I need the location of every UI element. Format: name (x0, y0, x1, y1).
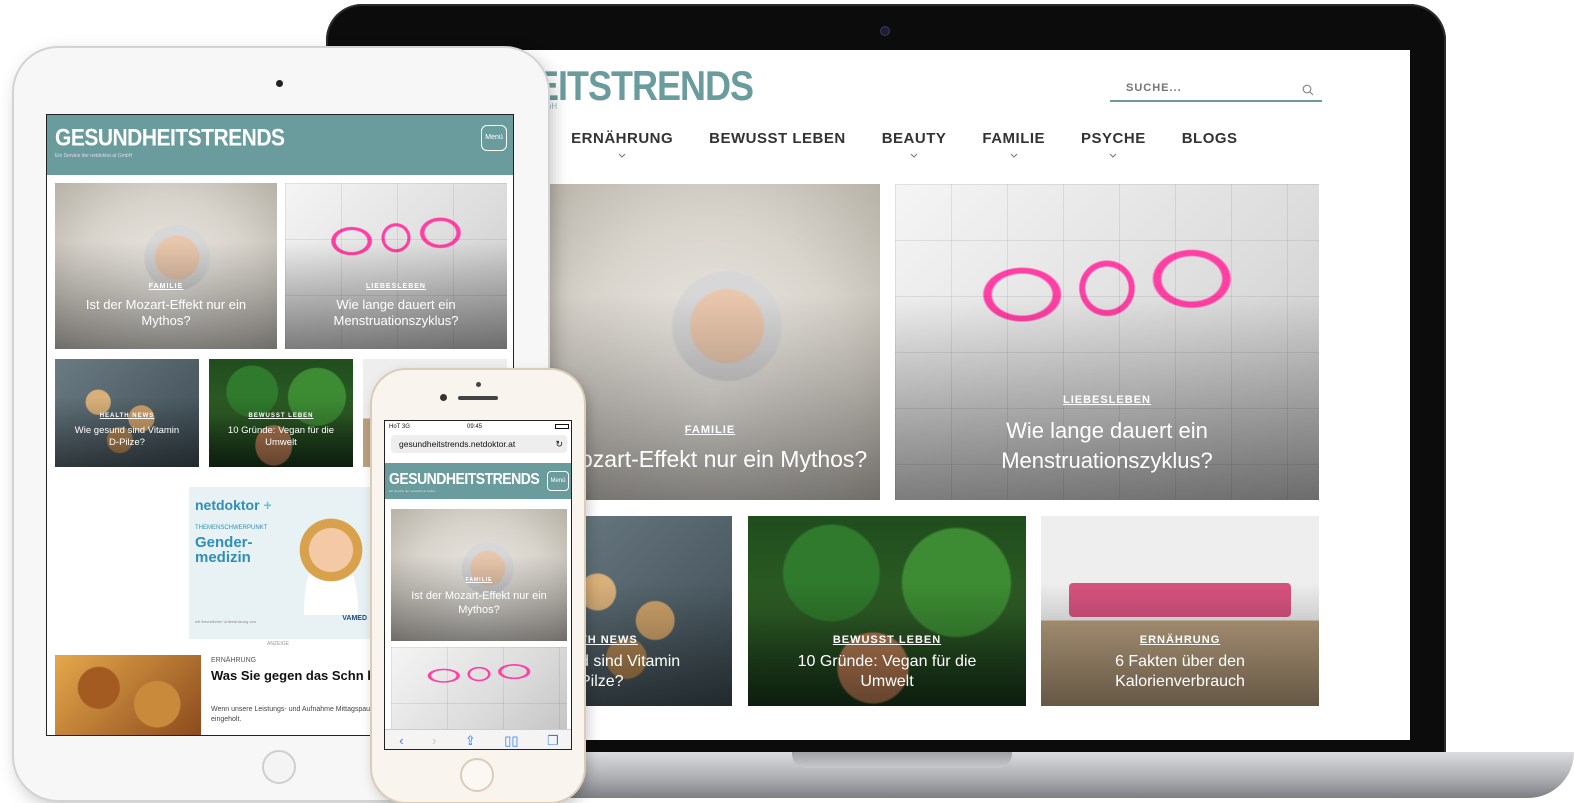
status-bar: HoT 3G 09:45 (385, 421, 571, 433)
phone-sensor (476, 382, 481, 387)
menu-button[interactable]: Menü (481, 125, 507, 151)
advertisement-banner[interactable]: netdoktor + THEMENSCHWERPUNKT Gender-med… (189, 487, 375, 639)
article-title[interactable]: Wie lange dauert ein Menstruationszyklus… (285, 297, 507, 329)
article-title[interactable]: 6 Fakten über den Kalorienverbrauch (1041, 652, 1319, 692)
article-image (55, 655, 201, 735)
ad-topic: THEMENSCHWERPUNKT (195, 525, 268, 531)
article-category[interactable]: FAMILIE (391, 577, 567, 583)
tablet-home-button[interactable] (262, 750, 296, 784)
featured-article-card[interactable]: FAMILIE Ist der Mozart-Effekt nur ein My… (55, 183, 277, 349)
search-icon[interactable] (1302, 84, 1314, 96)
article-category[interactable]: ERNÄHRUNG (1041, 634, 1319, 646)
laptop-camera (880, 26, 890, 36)
main-nav: WS ERNÄHRUNG BEWUSST LEBEN BEAUTY FAMILI… (510, 128, 1256, 162)
article-title[interactable]: ozart-Effekt nur ein Mythos? (540, 446, 880, 473)
article-category[interactable]: LIEBESLEBEN (285, 283, 507, 290)
site-logo[interactable]: GESUNDHEITSTRENDS (55, 125, 285, 153)
nav-item-familie[interactable]: FAMILIE (964, 128, 1063, 162)
nav-item-psyche[interactable]: PSYCHE (1063, 128, 1164, 162)
article-title[interactable]: Wie lange dauert ein Menstruationszyklus… (895, 416, 1319, 476)
site-header: GESUNDHEITSTRENDS Ein Service der netdok… (385, 463, 571, 499)
chevron-down-icon (1110, 153, 1117, 158)
article-category[interactable]: FAMILIE (55, 283, 277, 290)
ad-label: ANZEIGE (267, 641, 289, 647)
plus-icon: + (259, 497, 272, 513)
nav-label: BEAUTY (881, 130, 947, 147)
chevron-down-icon (910, 153, 918, 158)
nav-label: BLOGS (1181, 130, 1238, 147)
menu-button[interactable]: Menü (547, 471, 569, 491)
article-category[interactable]: LIEBESLEBEN (895, 394, 1319, 406)
article-category[interactable]: HEALTH NEWS (55, 413, 199, 419)
site-tagline: Ein Service der netdoktor.at GmbH (55, 153, 133, 159)
device-mockup-scene: HEITSTRENDS ktor.at GmbH WS ERNÄHRUNG BE… (0, 0, 1574, 803)
article-title[interactable]: Ist der Mozart-Effekt nur ein Mythos? (391, 589, 567, 617)
phone-speaker (458, 396, 498, 400)
nav-label: PSYCHE (1081, 130, 1146, 147)
tabs-icon[interactable]: ❐ (547, 733, 559, 749)
nav-item-bewusst-leben[interactable]: BEWUSST LEBEN (691, 128, 864, 162)
clock: 09:45 (467, 424, 483, 430)
article-category[interactable]: BEWUSST LEBEN (209, 413, 353, 419)
browser-toolbar: ‹ › ⇪ ▯▯ ❐ (385, 729, 571, 749)
article-title[interactable]: Ist der Mozart-Effekt nur ein Mythos? (55, 297, 277, 329)
nav-item-blogs[interactable]: BLOGS (1164, 128, 1256, 162)
ad-sponsor-logo: VAMED (342, 615, 367, 622)
back-icon[interactable]: ‹ (399, 733, 403, 748)
ad-image (289, 515, 373, 615)
laptop-notch (792, 752, 1012, 768)
article-card[interactable]: BEWUSST LEBEN 10 Gründe: Vegan für die U… (748, 516, 1026, 706)
site-header: GESUNDHEITSTRENDS Ein Service der netdok… (47, 115, 513, 175)
featured-article-card[interactable] (391, 647, 567, 729)
chevron-down-icon (618, 153, 626, 158)
url-text: gesundheitstrends.netdoktor.at (399, 439, 516, 449)
forward-icon[interactable]: › (432, 733, 436, 748)
article-card[interactable]: BEWUSST LEBEN 10 Gründe: Vegan für die U… (209, 359, 353, 467)
article-thumbnail[interactable] (55, 655, 201, 735)
ad-headline: Gender-medizin (195, 534, 253, 566)
featured-article-card[interactable]: LIEBESLEBEN Wie lange dauert ein Menstru… (895, 184, 1319, 500)
phone-camera (440, 394, 447, 401)
search-input[interactable] (1110, 78, 1280, 94)
site-tagline: Ein Service der netdoktor.at GmbH (389, 489, 436, 493)
featured-article-card[interactable]: FAMILIE ozart-Effekt nur ein Mythos? (540, 184, 880, 500)
nav-label: BEWUSST LEBEN (709, 130, 846, 147)
search-box (1110, 78, 1322, 102)
ad-footnote: mit freundlicher Unterstützung von (195, 619, 256, 624)
article-card[interactable]: HEALTH NEWS Wie gesund sind Vitamin D-Pi… (55, 359, 199, 467)
nav-label: ERNÄHRUNG (571, 130, 674, 147)
tablet-camera (276, 80, 283, 87)
address-bar[interactable]: gesundheitstrends.netdoktor.at ↻ (391, 435, 567, 453)
share-icon[interactable]: ⇪ (465, 733, 476, 749)
article-title[interactable]: 10 Gründe: Vegan für die Umwelt (748, 652, 1026, 692)
article-card[interactable]: ERNÄHRUNG 6 Fakten über den Kalorienverb… (1041, 516, 1319, 706)
article-category[interactable]: BEWUSST LEBEN (748, 634, 1026, 646)
nav-label: FAMILIE (982, 130, 1046, 147)
featured-article-card[interactable]: FAMILIE Ist der Mozart-Effekt nur ein My… (391, 509, 567, 641)
site-logo[interactable]: GESUNDHEITSTRENDS (389, 469, 540, 487)
bookmarks-icon[interactable]: ▯▯ (504, 733, 518, 749)
article-title[interactable]: Wie gesund sind Vitamin D-Pilze? (55, 425, 199, 449)
article-title[interactable]: 10 Gründe: Vegan für die Umwelt (209, 425, 353, 449)
phone-home-button[interactable] (460, 758, 494, 792)
article-category[interactable]: FAMILIE (540, 424, 880, 436)
battery-icon (555, 424, 569, 429)
reload-icon[interactable]: ↻ (555, 435, 563, 453)
nav-item-ernaehrung[interactable]: ERNÄHRUNG (553, 128, 691, 162)
article-image (391, 647, 567, 729)
ad-brand-logo: netdoktor + (195, 497, 272, 513)
nav-item-beauty[interactable]: BEAUTY (864, 128, 965, 162)
chevron-down-icon (1010, 153, 1018, 158)
phone-screen: HoT 3G 09:45 gesundheitstrends.netdoktor… (384, 420, 572, 750)
carrier-label: HoT 3G (389, 424, 410, 430)
featured-article-card[interactable]: LIEBESLEBEN Wie lange dauert ein Menstru… (285, 183, 507, 349)
article-category[interactable]: ERNÄHRUNG (211, 657, 256, 664)
